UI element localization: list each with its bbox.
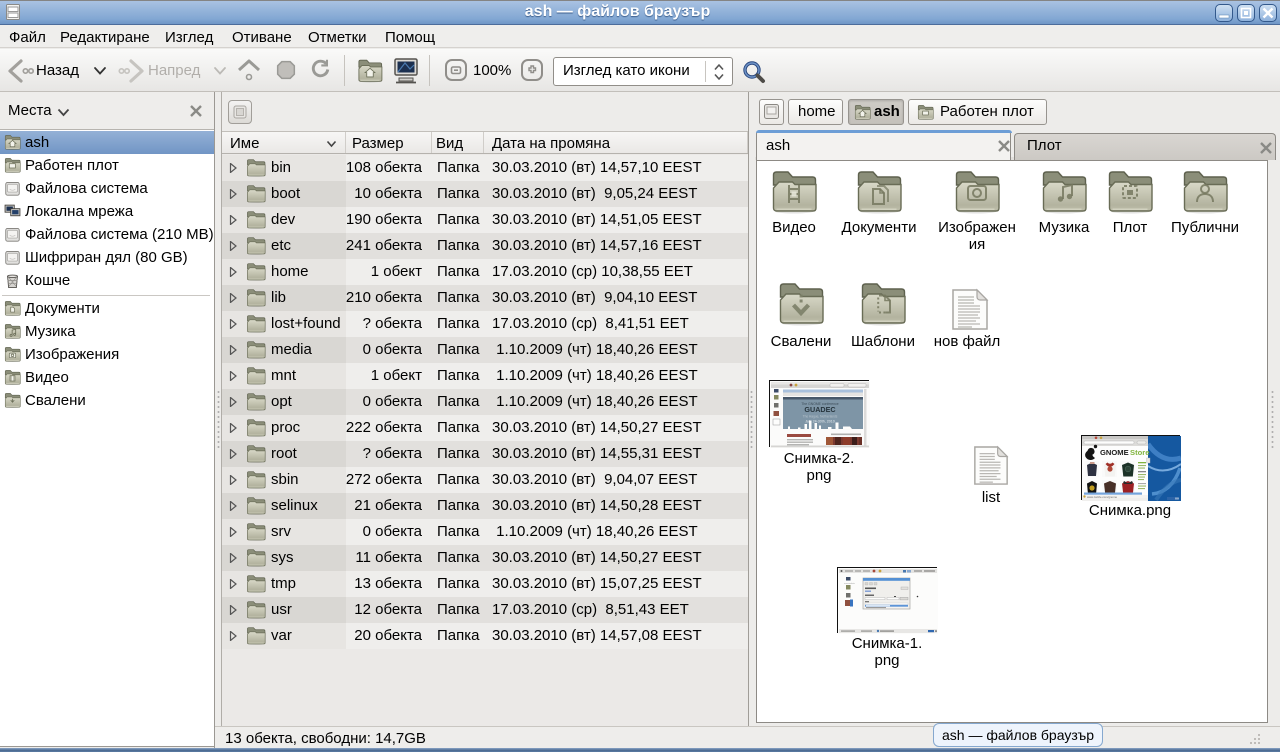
svg-text:Store: Store <box>1130 448 1149 457</box>
svg-text:screenshots: screenshots <box>844 582 855 585</box>
svg-text:The Hague, Netherlands: The Hague, Netherlands <box>803 415 838 419</box>
svg-text:www.zazzle.com/gnome: www.zazzle.com/gnome <box>1087 495 1117 499</box>
svg-text:GNOME: GNOME <box>1100 448 1129 457</box>
svg-text:GUADEC: GUADEC <box>804 405 835 414</box>
